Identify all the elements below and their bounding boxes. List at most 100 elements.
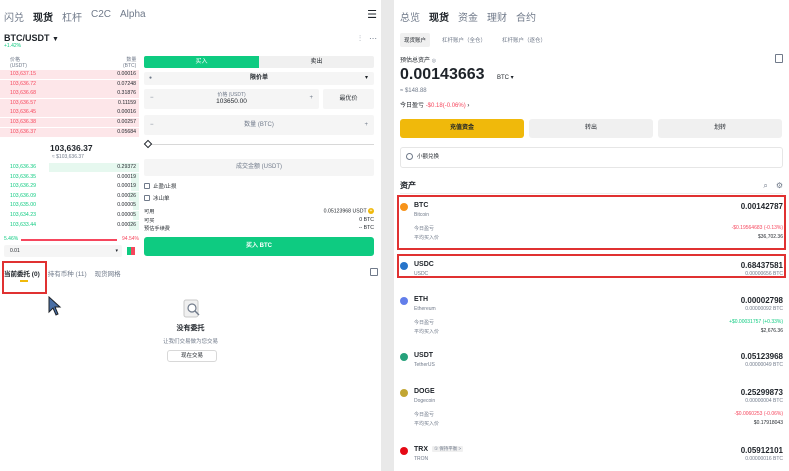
total-placeholder: 成交金额 (USDT) <box>236 164 282 170</box>
ask-row[interactable]: 103,636.45 0.00016 <box>0 108 139 118</box>
trade-now-button[interactable]: 现在交易 <box>167 350 217 362</box>
minus-icon[interactable]: − <box>150 115 154 135</box>
bid-row[interactable]: 103,636.09 0.00026 <box>0 191 139 201</box>
order-history-icon[interactable] <box>370 268 378 276</box>
bid-row[interactable]: 103,635.00 0.00005 <box>0 201 139 211</box>
price-input[interactable]: − 价格 (USDT) 103650.00 + <box>144 89 319 109</box>
tpsl-checkbox[interactable]: 止盈/止损 <box>144 182 177 190</box>
tab-spot-grid[interactable]: 现货网格 <box>95 268 121 278</box>
history-icon[interactable] <box>775 54 783 63</box>
ask-row[interactable]: 103,636.72 0.07248 <box>0 79 139 89</box>
asset-pnl-value: -$0.0060253 (-0.06%) <box>734 411 783 417</box>
tab-sell[interactable]: 卖出 <box>259 56 374 68</box>
ask-row[interactable]: 103,636.38 0.00257 <box>0 118 139 127</box>
nav-c2c[interactable]: C2C <box>91 9 111 24</box>
ob-qty-unit: (BTC) <box>123 63 137 69</box>
nav-futures[interactable]: 合约 <box>516 9 536 24</box>
order-type-label: 限价单 <box>249 75 268 81</box>
settings-icon[interactable]: ⚙ <box>776 181 783 191</box>
depth-select[interactable]: 0.01 ▾ <box>4 245 122 257</box>
quantity-placeholder: 数量 (BTC) <box>244 122 274 128</box>
bid-row[interactable]: 103,636.35 0.00019 <box>0 172 139 182</box>
bid-row[interactable]: 103,634.23 0.00005 <box>0 211 139 220</box>
chevron-down-icon: ▾ <box>115 248 118 254</box>
orderbook-view-icon[interactable] <box>127 247 135 255</box>
ask-row[interactable]: 103,637.15 0.00016 <box>0 70 139 79</box>
add-funds-icon[interactable]: + <box>368 208 374 214</box>
nav-margin[interactable]: 杠杆 <box>62 9 82 24</box>
withdraw-button[interactable]: 转出 <box>529 119 653 138</box>
iceberg-checkbox[interactable]: 冰山单 <box>144 194 170 202</box>
asset-btc-value: 0.00000004 BTC <box>745 398 783 404</box>
best-price-button[interactable]: 最优价 <box>323 89 374 109</box>
total-input[interactable]: 成交金额 (USDT) <box>144 159 374 176</box>
ask-row[interactable]: 103,636.68 0.31876 <box>0 89 139 99</box>
tab-buy[interactable]: 买入 <box>144 56 259 68</box>
nav-spot-wallet[interactable]: 现货 <box>429 9 449 24</box>
ratio-bar <box>21 239 117 241</box>
asset-avg-label: 平均买入价 <box>414 421 440 427</box>
buyable-label: 可买 <box>144 218 155 224</box>
quantity-input[interactable]: − 数量 (BTC) + <box>144 115 374 135</box>
amount-slider[interactable] <box>143 139 374 149</box>
nav-funding[interactable]: 资金 <box>458 9 478 24</box>
fee-value: -- BTC <box>358 225 374 231</box>
buy-btc-button[interactable]: 买入 BTC <box>144 237 374 256</box>
asset-symbol-text: ETH <box>414 296 428 303</box>
ask-qty: 0.11159 <box>118 99 136 106</box>
asset-tag[interactable]: ① 保持平衡 > <box>431 446 464 453</box>
mid-price[interactable]: 103,636.37 <box>50 143 93 153</box>
bid-price: 103,634.23 <box>10 212 36 218</box>
nav-earn[interactable]: 理财 <box>487 9 507 24</box>
order-type-select[interactable]: ● 限价单 ▾ <box>144 72 374 85</box>
tab-cross-margin[interactable]: 杠杆账户（全仓） <box>438 33 490 47</box>
more-icon[interactable]: ⋯ <box>369 34 377 44</box>
asset-symbol: TRX ① 保持平衡 > <box>414 446 464 453</box>
tab-spot-account[interactable]: 现货账户 <box>400 33 431 47</box>
bid-price: 103,633.44 <box>10 221 36 228</box>
account-tabs: 现货账户 杠杆账户（全仓） 杠杆账户（逐仓） <box>400 33 550 47</box>
pair-label: BTC/USDT <box>4 33 50 43</box>
ob-qty-header: 数量 (BTC) <box>123 57 136 69</box>
nav-spot[interactable]: 现货 <box>33 9 53 24</box>
ask-qty: 0.31876 <box>117 90 136 97</box>
info-icon[interactable]: ● <box>149 72 152 85</box>
plus-icon[interactable]: + <box>364 115 368 135</box>
ask-row[interactable]: 103,636.37 0.05684 <box>0 127 139 137</box>
empty-title: 没有委托 <box>176 325 205 332</box>
plus-icon[interactable]: + <box>309 95 313 101</box>
nav-convert[interactable]: 闪兑 <box>4 9 24 24</box>
ask-row[interactable]: 103,636.57 0.11159 <box>0 98 139 108</box>
pair-selector[interactable]: BTC/USDT ▼ <box>4 33 59 43</box>
asset-symbol-text: TRX <box>414 446 428 453</box>
tab-holdings[interactable]: 持有币种 (11) <box>48 268 87 278</box>
chart-icon[interactable]: ⫶ <box>359 34 361 44</box>
wallet-nav: 总览 现货 资金 理财 合约 <box>400 9 536 24</box>
slider-knob[interactable] <box>143 139 153 149</box>
ask-qty: 0.00016 <box>117 71 136 77</box>
today-pnl[interactable]: 今日盈亏 -$0.18(-0.06%) › <box>400 100 469 109</box>
deposit-button[interactable]: 充值资金 <box>400 119 524 138</box>
bid-price: 103,636.09 <box>10 192 36 199</box>
search-icon[interactable]: ⌕ <box>763 181 767 191</box>
small-exchange-button[interactable]: 小额兑换 <box>400 147 783 168</box>
ob-price-header: 价格 (USDT) <box>10 57 27 69</box>
asset-symbol: ETH <box>414 296 428 303</box>
depth-value: 0.01 <box>10 248 20 254</box>
bid-qty: 0.00026 <box>117 192 136 199</box>
asset-avg-label: 平均买入价 <box>414 329 440 335</box>
nav-alpha[interactable]: Alpha <box>120 9 146 24</box>
tab-isolated-margin[interactable]: 杠杆账户（逐仓） <box>498 33 550 47</box>
trx-coin-icon <box>400 447 408 455</box>
balance-unit-select[interactable]: BTC ▾ <box>497 74 514 81</box>
bid-qty: 0.00005 <box>117 202 136 209</box>
menu-icon[interactable]: ☰ <box>367 8 377 21</box>
bid-row[interactable]: 103,633.44 0.00026 <box>0 220 139 230</box>
asset-avg-value: $2,676.36 <box>760 328 783 334</box>
asset-symbol: DOGE <box>414 388 435 395</box>
bid-row[interactable]: 103,636.36 0.29372 <box>0 163 139 172</box>
nav-overview[interactable]: 总览 <box>400 9 420 24</box>
transfer-button[interactable]: 划转 <box>658 119 782 138</box>
eye-icon[interactable]: ◎ <box>432 58 436 64</box>
bid-row[interactable]: 103,636.29 0.00019 <box>0 182 139 192</box>
